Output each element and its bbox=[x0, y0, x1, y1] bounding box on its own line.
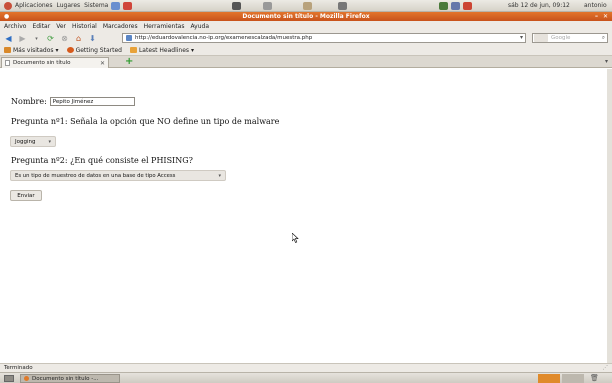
url-text: http://eduardovalencia.no-ip.org/examene… bbox=[135, 35, 313, 41]
applications-menu[interactable]: Aplicaciones bbox=[4, 1, 53, 10]
workspace-2[interactable] bbox=[562, 374, 584, 383]
status-text: Terminado bbox=[4, 365, 33, 371]
firefox-icon bbox=[66, 47, 74, 53]
chevron-down-icon: ▾ bbox=[55, 46, 59, 54]
page-icon bbox=[5, 60, 10, 66]
status-bar: Terminado ⋰ bbox=[0, 363, 612, 372]
name-input[interactable]: Pepito Jiménez bbox=[49, 97, 135, 106]
history-dropdown-icon[interactable]: ▾ bbox=[31, 34, 42, 44]
bookmark-latest-headlines[interactable]: Latest Headlines ▾ bbox=[129, 46, 195, 54]
window-menu-icon[interactable]: ● bbox=[4, 13, 9, 20]
menu-marcadores[interactable]: Marcadores bbox=[103, 23, 138, 30]
show-desktop-icon[interactable] bbox=[4, 375, 14, 382]
vertical-scrollbar[interactable] bbox=[607, 69, 612, 363]
url-bar[interactable]: http://eduardovalencia.no-ip.org/examene… bbox=[122, 33, 526, 43]
menu-bar: Archivo Editar Ver Historial Marcadores … bbox=[0, 21, 612, 32]
tab-strip: Documento sin título ✕ + ▾ bbox=[0, 56, 612, 68]
question-2-select[interactable]: Es un tipo de muestreo de datos en una b… bbox=[10, 170, 226, 181]
launcher-icon[interactable] bbox=[111, 1, 121, 10]
taskbar-item-label: Documento sin título -... bbox=[32, 375, 99, 382]
tab-list-icon[interactable]: ▾ bbox=[605, 58, 608, 65]
search-placeholder: Google bbox=[551, 35, 571, 41]
resize-grip-icon[interactable]: ⋰ bbox=[603, 365, 609, 371]
bookmarks-toolbar: Más visitados ▾ Getting Started Latest H… bbox=[0, 45, 612, 56]
launcher-icon[interactable] bbox=[263, 2, 272, 10]
stop-icon[interactable]: ⊗ bbox=[59, 34, 70, 44]
navigation-toolbar: ◀ ▶ ▾ ⟳ ⊗ ⌂ ⬇ http://eduardovalencia.no-… bbox=[0, 32, 612, 45]
window-titlebar[interactable]: ● Documento sin título - Mozilla Firefox… bbox=[0, 12, 612, 21]
name-row: Nombre: Pepito Jiménez bbox=[11, 97, 135, 106]
tab-documento[interactable]: Documento sin título ✕ bbox=[1, 57, 109, 68]
rss-icon bbox=[129, 47, 137, 53]
launcher-icon[interactable] bbox=[303, 2, 312, 10]
question-1-selected: Jogging bbox=[15, 138, 36, 145]
bookmark-label: Latest Headlines bbox=[138, 46, 190, 54]
question-2-selected: Es un tipo de muestreo de datos en una b… bbox=[15, 172, 176, 179]
taskbar-item-firefox[interactable]: Documento sin título -... bbox=[20, 374, 120, 383]
question-1: Pregunta nº1: Señala la opción que NO de… bbox=[11, 117, 280, 126]
mouse-pointer-icon bbox=[292, 233, 299, 243]
chevron-down-icon: ▾ bbox=[48, 139, 51, 145]
bookmark-label: Getting Started bbox=[75, 46, 122, 54]
workspace-1[interactable] bbox=[538, 374, 560, 383]
close-icon[interactable]: ✕ bbox=[603, 13, 608, 20]
folder-icon bbox=[4, 47, 11, 53]
back-icon[interactable]: ◀ bbox=[3, 34, 14, 44]
search-icon[interactable]: ⌕ bbox=[602, 35, 605, 42]
url-dropdown-icon[interactable]: ▾ bbox=[520, 34, 523, 41]
reload-icon[interactable]: ⟳ bbox=[45, 34, 56, 44]
search-engine-icon[interactable] bbox=[534, 34, 548, 42]
places-menu[interactable]: Lugares bbox=[56, 2, 80, 9]
page-content: Nombre: Pepito Jiménez Pregunta nº1: Señ… bbox=[0, 69, 607, 363]
question-2: Pregunta nº2: ¿En qué consiste el PHISIN… bbox=[11, 156, 193, 165]
search-bar[interactable]: Google ⌕ bbox=[532, 33, 608, 43]
volume-icon[interactable] bbox=[451, 2, 460, 10]
bookmark-mas-visitados[interactable]: Más visitados ▾ bbox=[4, 47, 59, 54]
network-icon[interactable] bbox=[439, 2, 448, 10]
launcher-icon[interactable] bbox=[338, 2, 347, 10]
close-tab-icon[interactable]: ✕ bbox=[100, 60, 105, 67]
gnome-foot-icon bbox=[4, 1, 12, 10]
terminal-icon[interactable] bbox=[232, 2, 241, 10]
download-icon[interactable]: ⬇ bbox=[87, 34, 98, 44]
system-menu[interactable]: Sistema bbox=[84, 1, 133, 10]
applications-menu-label: Aplicaciones bbox=[15, 2, 53, 9]
update-icon[interactable] bbox=[463, 2, 472, 10]
menu-archivo[interactable]: Archivo bbox=[4, 23, 26, 30]
site-favicon-icon bbox=[126, 35, 132, 41]
menu-ayuda[interactable]: Ayuda bbox=[190, 23, 209, 30]
name-label: Nombre: bbox=[11, 97, 47, 106]
forward-icon[interactable]: ▶ bbox=[17, 34, 28, 44]
launcher-icon[interactable] bbox=[123, 1, 133, 10]
window-title: Documento sin título - Mozilla Firefox bbox=[242, 13, 370, 20]
submit-button[interactable]: Enviar bbox=[10, 190, 42, 201]
clock[interactable]: sáb 12 de jun, 09:12 bbox=[508, 2, 570, 9]
home-icon[interactable]: ⌂ bbox=[73, 34, 84, 44]
trash-icon[interactable]: 🗑 bbox=[590, 374, 599, 382]
minimize-icon[interactable]: – bbox=[595, 13, 598, 20]
system-tray bbox=[436, 0, 472, 12]
chevron-down-icon: ▾ bbox=[191, 46, 195, 54]
menu-herramientas[interactable]: Herramientas bbox=[144, 23, 185, 30]
bottom-panel: Documento sin título -... 🗑 bbox=[0, 372, 612, 383]
places-menu-label: Lugares bbox=[56, 2, 81, 9]
user-name[interactable]: antonio bbox=[584, 2, 607, 9]
system-menu-label: Sistema bbox=[84, 2, 109, 9]
tab-label: Documento sin título bbox=[13, 60, 71, 66]
question-1-select[interactable]: Jogging ▾ bbox=[10, 136, 56, 147]
bookmark-label: Más visitados bbox=[13, 46, 54, 54]
firefox-icon bbox=[24, 376, 29, 381]
menu-editar[interactable]: Editar bbox=[32, 23, 50, 30]
menu-ver[interactable]: Ver bbox=[56, 23, 66, 30]
menu-historial[interactable]: Historial bbox=[72, 23, 97, 30]
new-tab-icon[interactable]: + bbox=[125, 57, 135, 67]
top-panel: Aplicaciones Lugares Sistema sáb 12 de j… bbox=[0, 0, 612, 12]
chevron-down-icon: ▾ bbox=[218, 173, 221, 179]
bookmark-getting-started[interactable]: Getting Started bbox=[66, 46, 122, 54]
